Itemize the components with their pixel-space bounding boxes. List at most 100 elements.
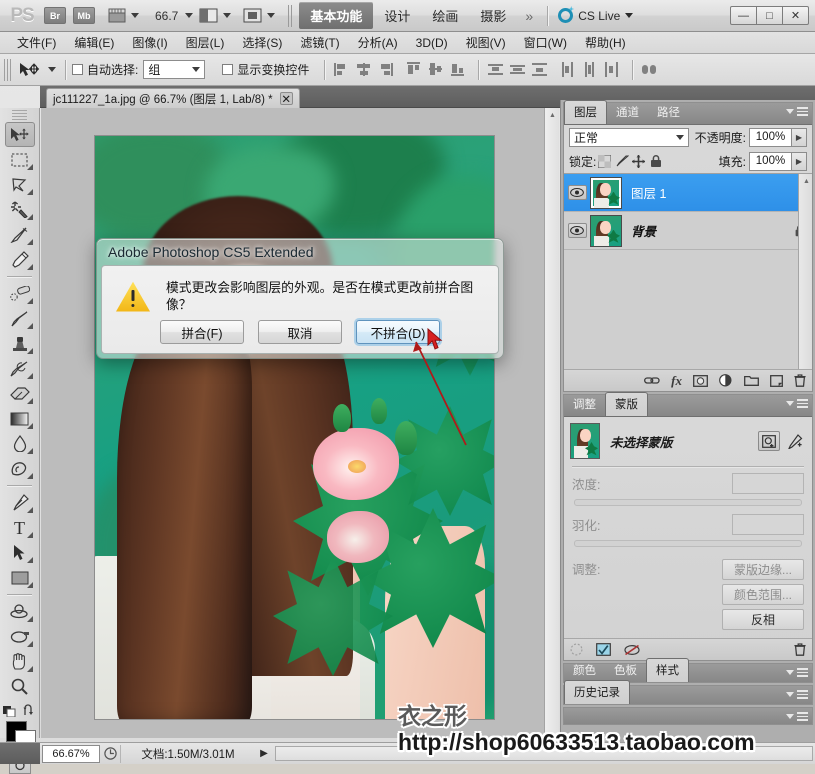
workspace-tab-essentials[interactable]: 基本功能	[299, 2, 374, 29]
delete-mask-icon[interactable]	[794, 643, 806, 656]
workspace-tab-photography[interactable]: 摄影	[469, 2, 517, 29]
document-tab[interactable]: jc111227_1a.jpg @ 66.7% (图层 1, Lab/8) * …	[46, 88, 300, 108]
align-bottom-edges-icon[interactable]	[450, 62, 466, 77]
auto-select-scope-dropdown[interactable]: 组	[143, 60, 206, 79]
menu-edit[interactable]: 编辑(E)	[65, 32, 123, 53]
feather-input[interactable]	[732, 514, 804, 535]
color-range-button[interactable]: 颜色范围...	[722, 584, 804, 605]
tab-paths[interactable]: 路径	[648, 101, 689, 124]
workspace-overflow-button[interactable]: »	[517, 8, 541, 24]
show-transform-checkbox[interactable]	[222, 64, 234, 75]
screen-mode-dropdown-2[interactable]	[243, 8, 276, 23]
new-layer-icon[interactable]	[770, 374, 783, 387]
zoom-tool[interactable]	[5, 674, 35, 699]
auto-select-checkbox[interactable]	[72, 64, 83, 75]
flatten-button[interactable]: 拼合(F)	[160, 320, 244, 344]
menu-file[interactable]: 文件(F)	[8, 32, 65, 53]
status-bar-menu-button[interactable]: ▶	[255, 745, 273, 763]
brush-tool[interactable]	[5, 306, 35, 331]
scroll-up-arrow-icon[interactable]: ▲	[799, 174, 812, 188]
current-tool-preset[interactable]	[18, 61, 56, 78]
bridge-button[interactable]: Br	[44, 7, 66, 24]
layer-thumbnail[interactable]	[590, 176, 622, 209]
eyedropper-tool[interactable]	[5, 247, 35, 272]
close-icon[interactable]: ✕	[279, 92, 293, 106]
lock-image-pixels-icon[interactable]	[613, 152, 630, 170]
new-adjustment-layer-icon[interactable]	[719, 374, 733, 387]
preview-icon[interactable]	[100, 745, 120, 763]
mask-edge-button[interactable]: 蒙版边缘...	[722, 559, 804, 580]
options-bar-grip[interactable]	[4, 58, 11, 81]
layer-name[interactable]: 背景	[631, 221, 788, 240]
menu-filter[interactable]: 滤镜(T)	[291, 32, 348, 53]
layer-list[interactable]: 图层 1 背景 ▲	[564, 173, 812, 369]
apply-mask-icon[interactable]	[596, 643, 611, 656]
table-row[interactable]: 背景	[564, 212, 812, 250]
new-group-icon[interactable]	[744, 375, 759, 386]
distribute-vertical-centers-icon[interactable]	[510, 62, 526, 77]
lock-all-icon[interactable]	[647, 152, 664, 170]
workspace-tab-design[interactable]: 设计	[373, 2, 421, 29]
blur-tool[interactable]	[5, 431, 35, 456]
cancel-button[interactable]: 取消	[258, 320, 342, 344]
hand-tool[interactable]	[5, 649, 35, 674]
load-selection-from-mask-icon[interactable]	[570, 643, 583, 656]
align-left-edges-icon[interactable]	[334, 62, 350, 77]
lock-transparent-pixels-icon[interactable]	[596, 152, 613, 170]
canvas-horizontal-scrollbar[interactable]	[275, 746, 813, 761]
zoom-chevron-down-icon[interactable]	[185, 13, 194, 18]
layer-list-scrollbar[interactable]: ▲	[798, 174, 812, 369]
3d-rotate-tool[interactable]	[5, 599, 35, 624]
view-extras-dropdown[interactable]	[108, 8, 139, 23]
distribute-right-edges-icon[interactable]	[604, 62, 620, 77]
density-input[interactable]	[732, 473, 804, 494]
rectangular-marquee-tool[interactable]	[5, 147, 35, 172]
path-selection-tool[interactable]	[5, 540, 35, 565]
tab-channels[interactable]: 通道	[607, 101, 648, 124]
menu-help[interactable]: 帮助(H)	[576, 32, 635, 53]
history-brush-tool[interactable]	[5, 356, 35, 381]
rectangle-shape-tool[interactable]	[5, 565, 35, 590]
add-layer-mask-icon[interactable]	[693, 374, 708, 387]
scroll-up-arrow-icon[interactable]: ▲	[545, 108, 559, 122]
fill-input[interactable]: 100%	[749, 151, 792, 171]
cs-live-menu[interactable]: CS Live	[558, 8, 634, 23]
opacity-stepper[interactable]: ▶	[792, 127, 807, 147]
link-layers-icon[interactable]	[644, 375, 660, 386]
opacity-input[interactable]: 100%	[749, 127, 792, 147]
align-horizontal-centers-icon[interactable]	[356, 62, 372, 77]
lasso-tool[interactable]	[5, 172, 35, 197]
swap-colors-icon[interactable]	[23, 704, 36, 717]
3d-camera-rotate-tool[interactable]	[5, 624, 35, 649]
tab-color[interactable]: 颜色	[564, 659, 605, 682]
invert-button[interactable]: 反相	[722, 609, 804, 630]
menu-window[interactable]: 窗口(W)	[515, 32, 576, 53]
default-colors-icon[interactable]	[3, 704, 16, 717]
gradient-tool[interactable]	[5, 406, 35, 431]
layer-name[interactable]: 图层 1	[631, 183, 788, 202]
distribute-top-edges-icon[interactable]	[488, 62, 504, 77]
distribute-left-edges-icon[interactable]	[560, 62, 576, 77]
color-panel-menu-icon[interactable]	[786, 668, 808, 677]
tab-layers[interactable]: 图层	[564, 100, 607, 124]
add-pixel-mask-icon[interactable]	[758, 431, 780, 451]
zoom-percentage-input[interactable]: 66.67%	[42, 744, 100, 763]
table-row[interactable]: 图层 1	[564, 174, 812, 212]
menu-analysis[interactable]: 分析(A)	[349, 32, 407, 53]
menu-view[interactable]: 视图(V)	[457, 32, 515, 53]
tools-panel-grip[interactable]	[12, 110, 27, 120]
masks-panel-menu-icon[interactable]	[786, 399, 808, 408]
add-vector-mask-icon[interactable]	[784, 431, 806, 451]
disable-mask-icon[interactable]	[624, 644, 640, 656]
close-button[interactable]: ✕	[782, 6, 809, 25]
menu-select[interactable]: 选择(S)	[233, 32, 291, 53]
dodge-tool[interactable]	[5, 456, 35, 481]
move-tool[interactable]	[4, 122, 35, 147]
align-right-edges-icon[interactable]	[378, 62, 394, 77]
dont-flatten-button[interactable]: 不拼合(D)	[356, 320, 440, 344]
crop-tool[interactable]	[5, 222, 35, 247]
eraser-tool[interactable]	[5, 381, 35, 406]
auto-align-layers-icon[interactable]	[642, 62, 658, 77]
layer-visibility-toggle[interactable]	[564, 213, 590, 249]
pen-tool[interactable]	[5, 490, 35, 515]
